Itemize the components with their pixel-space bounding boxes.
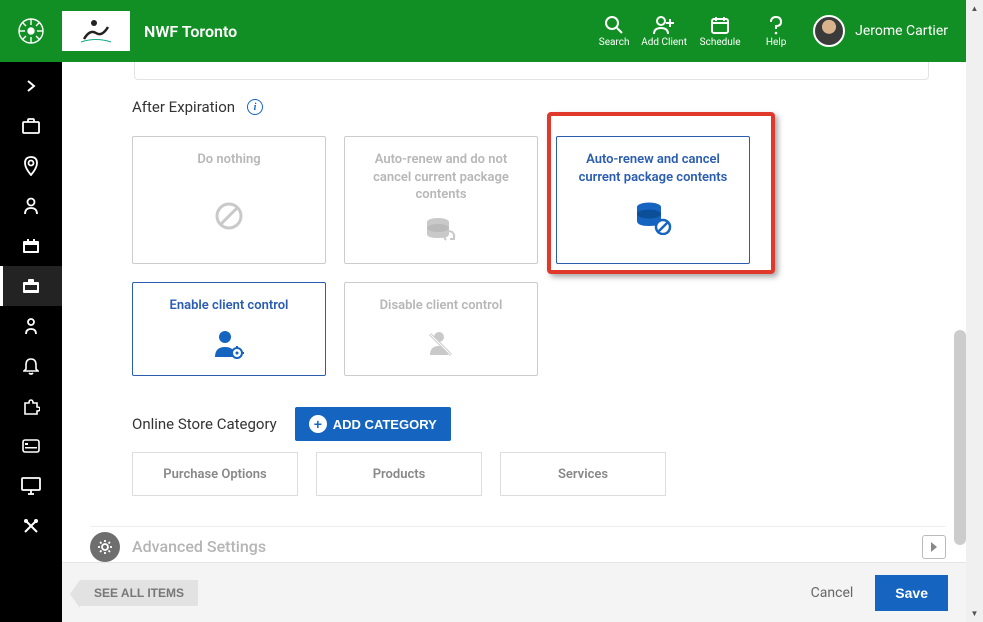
tab-label: Services [558, 467, 608, 482]
card-label: Auto-renew and do not cancel current pac… [355, 151, 527, 204]
info-icon[interactable]: i [247, 99, 263, 115]
user-name: Jerome Cartier [855, 23, 948, 39]
avatar [813, 15, 845, 47]
gear-icon [90, 532, 120, 562]
card-do-nothing[interactable]: Do nothing [132, 136, 326, 264]
top-header: NWF Toronto Search Add Client Schedule H… [0, 0, 966, 62]
sidebar-person-icon[interactable] [0, 186, 62, 226]
tab-purchase-options[interactable]: Purchase Options [132, 452, 298, 496]
block-icon [214, 201, 244, 231]
left-sidebar [0, 62, 62, 622]
plus-icon: + [309, 415, 327, 433]
sidebar-card-icon[interactable] [0, 426, 62, 466]
card-auto-no-cancel[interactable]: Auto-renew and do not cancel current pac… [344, 136, 538, 264]
save-label: Save [895, 585, 928, 601]
card-label: Auto-renew and cancel current package co… [567, 151, 739, 186]
sidebar-monitor-icon[interactable] [0, 466, 62, 506]
sidebar-expand[interactable] [0, 66, 62, 106]
advanced-settings-row[interactable]: Advanced Settings [90, 526, 946, 562]
schedule-label: Schedule [689, 37, 751, 48]
tab-label: Purchase Options [163, 467, 266, 482]
card-label: Enable client control [170, 297, 289, 315]
card-enable-client[interactable]: Enable client control [132, 282, 326, 376]
cancel-button[interactable]: Cancel [811, 585, 854, 601]
sidebar-profile-icon[interactable] [0, 306, 62, 346]
person-gear-icon [213, 329, 245, 359]
content-scrollbar[interactable] [954, 330, 966, 545]
sidebar-pin-icon[interactable] [0, 146, 62, 186]
tab-products[interactable]: Products [316, 452, 482, 496]
org-name: NWF Toronto [144, 22, 237, 41]
add-category-button[interactable]: + ADD CATEGORY [295, 407, 451, 441]
card-disable-client[interactable]: Disable client control [344, 282, 538, 376]
add-client-label: Add Client [639, 37, 689, 48]
expand-button[interactable] [922, 535, 946, 559]
card-label: Do nothing [197, 151, 260, 169]
scroll-up-icon[interactable]: ▲ [966, 0, 983, 17]
card-label: Disable client control [380, 297, 503, 315]
schedule-button[interactable]: Schedule [689, 15, 751, 48]
window-scrollbar[interactable]: ▲ ▼ [966, 0, 983, 622]
add-client-button[interactable]: Add Client [639, 15, 689, 48]
user-menu[interactable]: Jerome Cartier [801, 15, 966, 47]
database-refresh-icon [424, 216, 458, 248]
sidebar-bell-icon[interactable] [0, 346, 62, 386]
org-logo[interactable] [62, 11, 130, 51]
search-label: Search [589, 37, 639, 48]
sidebar-puzzle-icon[interactable] [0, 386, 62, 426]
collapsed-panel [134, 62, 929, 80]
person-slash-icon [425, 329, 457, 359]
add-category-label: ADD CATEGORY [333, 417, 437, 432]
save-button[interactable]: Save [875, 575, 948, 611]
help-label: Help [751, 37, 801, 48]
after-expiration-text: After Expiration [132, 98, 235, 116]
main-content: After Expiration i Do nothing Auto-renew… [62, 62, 966, 562]
help-button[interactable]: Help [751, 15, 801, 48]
scroll-down-icon[interactable]: ▼ [966, 605, 983, 622]
after-expiration-heading: After Expiration i [132, 98, 263, 116]
online-store-heading: Online Store Category [132, 415, 277, 433]
see-all-button[interactable]: SEE ALL ITEMS [80, 580, 198, 606]
card-auto-cancel[interactable]: Auto-renew and cancel current package co… [556, 136, 750, 264]
sidebar-tools-icon[interactable] [0, 506, 62, 546]
tab-label: Products [373, 467, 426, 482]
sidebar-date-icon[interactable] [0, 226, 62, 266]
database-cancel-icon [634, 201, 672, 235]
tab-services[interactable]: Services [500, 452, 666, 496]
sidebar-store-icon[interactable] [0, 266, 62, 306]
search-button[interactable]: Search [589, 15, 639, 48]
advanced-label: Advanced Settings [132, 537, 266, 556]
app-logo-icon[interactable] [0, 18, 62, 44]
footer-bar: SEE ALL ITEMS Cancel Save [62, 562, 966, 622]
see-all-label: SEE ALL ITEMS [94, 586, 184, 600]
sidebar-briefcase-icon[interactable] [0, 106, 62, 146]
